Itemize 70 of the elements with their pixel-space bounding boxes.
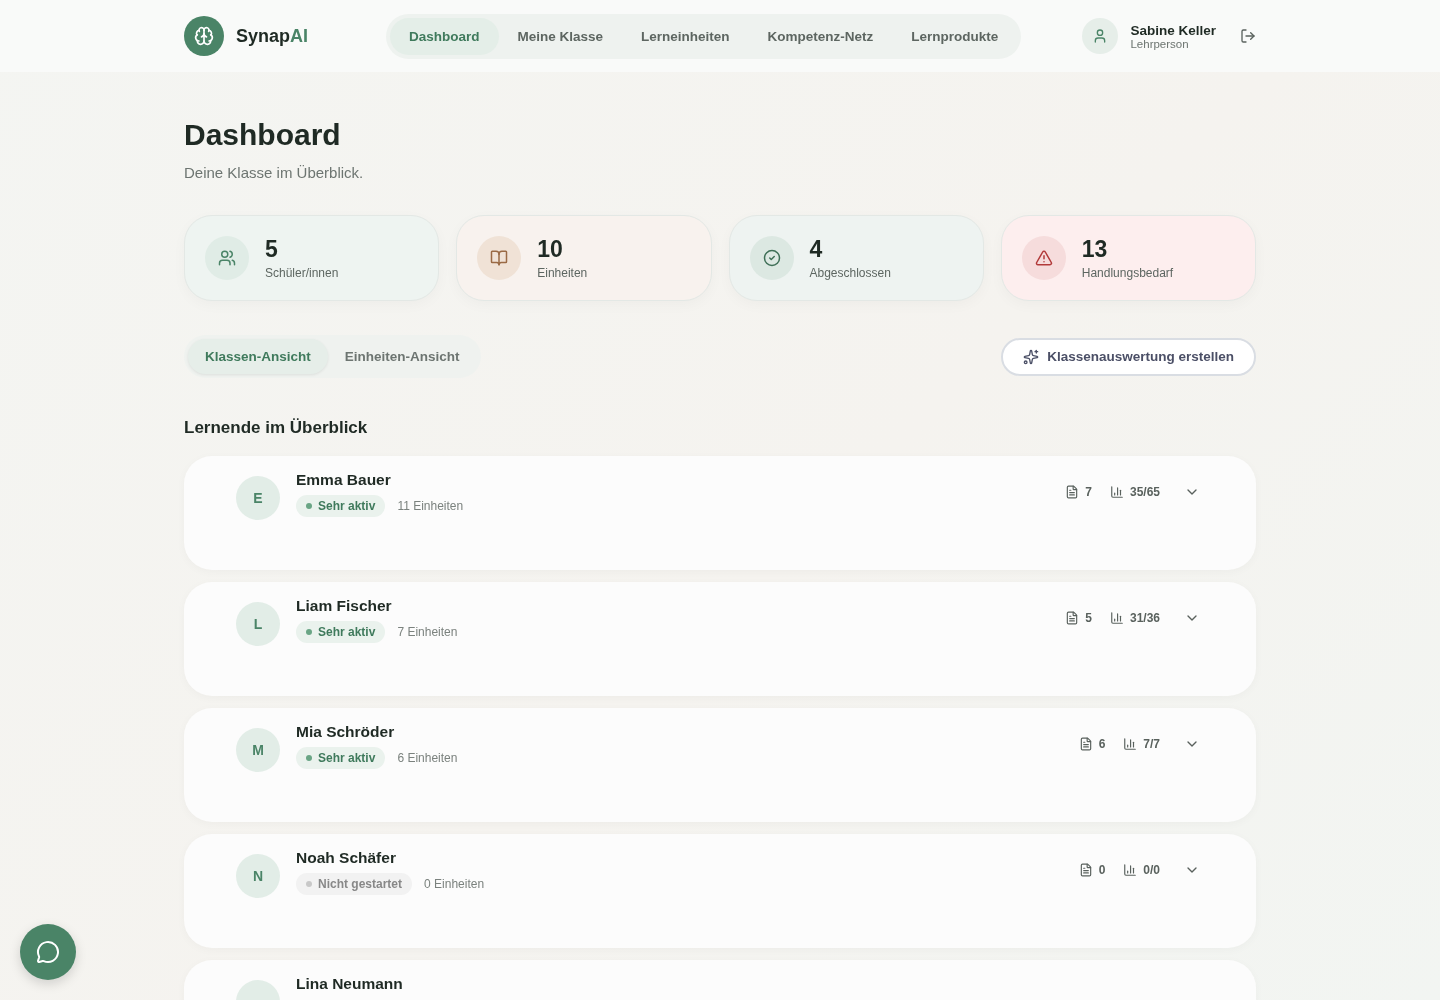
student-name: Liam Fischer [296, 597, 393, 615]
document-count: 0 [1098, 863, 1106, 877]
unit-count: 7 Einheiten [397, 625, 458, 639]
student-avatar: M [236, 728, 280, 772]
status-badge: Nicht gestartet [296, 873, 413, 895]
student-card[interactable]: N Noah Schäfer Nicht gestartet 0 Einheiten 0 0/0 [184, 834, 1256, 948]
student-avatar: E [236, 476, 280, 520]
student-avatar: L [236, 602, 280, 646]
stat-label: Schüler/innen [265, 266, 339, 280]
view-tab[interactable]: Klassen-Ansicht [188, 339, 328, 374]
page-title: Dashboard [184, 118, 342, 152]
student-name: Noah Schäfer [296, 849, 397, 867]
book-icon [477, 236, 522, 280]
warning-icon [1021, 236, 1066, 280]
document-count: 7 [1085, 485, 1092, 499]
score: 35/65 [1129, 485, 1160, 499]
bar-chart-icon [1123, 863, 1138, 877]
nav-tab[interactable]: Lerneinheiten [622, 17, 749, 55]
student-name: Mia Schröder [296, 723, 396, 741]
document-icon [1078, 737, 1093, 751]
stat-value: 4 [809, 236, 824, 263]
student-card[interactable]: M Mia Schröder Sehr aktiv 6 Einheiten 6 7/7 [184, 708, 1256, 822]
nav-tab[interactable]: Lernprodukte [892, 17, 1018, 55]
document-count: 6 [1098, 737, 1106, 751]
status-badge: Sehr aktiv [296, 621, 386, 643]
student-avatar: N [236, 854, 280, 898]
stat-label: Abgeschlossen [809, 266, 891, 280]
section-title: Lernende im Überblick [184, 418, 369, 438]
check-circle-icon [749, 236, 794, 280]
user-role: Lehrperson [1130, 37, 1190, 50]
chat-button[interactable] [20, 924, 76, 980]
document-icon [1078, 863, 1093, 877]
nav-tab[interactable]: Kompetenz-Netz [748, 17, 893, 55]
bar-chart-icon [1109, 485, 1124, 499]
score: 31/36 [1129, 611, 1160, 625]
status-badge: Sehr aktiv [296, 747, 386, 769]
unit-count: 6 Einheiten [397, 751, 458, 765]
bar-chart-icon [1123, 737, 1138, 751]
score: 7/7 [1143, 737, 1160, 751]
stat-label: Handlungsbedarf [1081, 266, 1174, 280]
stat-value: 13 [1081, 236, 1109, 263]
logo-text: SynapAI [236, 25, 309, 47]
logout-icon[interactable] [1240, 28, 1256, 44]
page-subtitle: Deine Klasse im Überblick. [184, 164, 365, 181]
report-button[interactable]: Klassenauswertung erstellen [1001, 337, 1256, 376]
user-avatar-icon[interactable] [1082, 18, 1119, 54]
stat-label: Einheiten [537, 266, 588, 280]
student-card[interactable]: L Liam Fischer Sehr aktiv 7 Einheiten 5 31/36 [184, 582, 1256, 696]
nav-tab[interactable]: Meine Klasse [498, 17, 623, 55]
chat-bubble-icon [36, 940, 60, 964]
logo-icon [184, 16, 224, 56]
document-icon [1065, 611, 1080, 625]
document-icon [1065, 485, 1080, 499]
sparkle-icon [1023, 348, 1040, 365]
people-icon [205, 236, 249, 280]
stat-value: 10 [537, 236, 564, 263]
unit-count: 11 Einheiten [397, 499, 464, 513]
stat-value: 5 [265, 236, 279, 263]
student-name: Lina Neumann [296, 975, 403, 993]
view-tab[interactable]: Einheiten-Ansicht [327, 339, 477, 374]
document-count: 5 [1085, 611, 1092, 625]
student-card[interactable]: E Emma Bauer Sehr aktiv 11 Einheiten 7 35/65 [184, 456, 1256, 570]
unit-count: 0 Einheiten [424, 877, 485, 891]
score: 0/0 [1143, 863, 1160, 877]
nav-tab[interactable]: Dashboard [390, 17, 499, 55]
student-name: Emma Bauer [296, 471, 392, 489]
student-card[interactable]: Lina Neumann [184, 960, 1256, 1000]
status-badge: Sehr aktiv [296, 495, 386, 517]
bar-chart-icon [1109, 611, 1124, 625]
user-name: Sabine Keller [1130, 22, 1216, 38]
